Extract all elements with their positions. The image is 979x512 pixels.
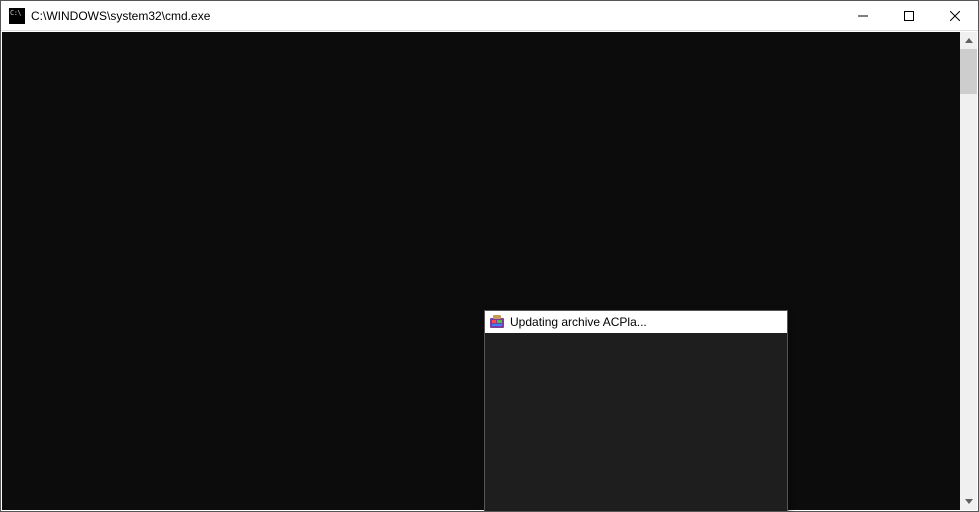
scroll-track[interactable] [960,49,977,493]
archive-progress-dialog: Updating archive ACPla... [484,310,788,512]
vertical-scrollbar[interactable] [960,32,977,510]
dialog-titlebar[interactable]: Updating archive ACPla... [485,311,787,333]
window-controls [840,1,978,30]
minimize-button[interactable] [840,1,886,30]
dialog-title: Updating archive ACPla... [510,315,647,329]
titlebar[interactable]: C:\WINDOWS\system32\cmd.exe [1,1,978,31]
scroll-down-arrow-icon[interactable] [960,493,977,510]
maximize-button[interactable] [886,1,932,30]
window-title: C:\WINDOWS\system32\cmd.exe [31,9,840,23]
cmd-icon [9,8,25,24]
winrar-icon [489,314,505,330]
close-button[interactable] [932,1,978,30]
scroll-up-arrow-icon[interactable] [960,32,977,49]
dialog-body [485,333,787,511]
console-output[interactable] [2,32,960,510]
scroll-thumb[interactable] [960,49,977,94]
